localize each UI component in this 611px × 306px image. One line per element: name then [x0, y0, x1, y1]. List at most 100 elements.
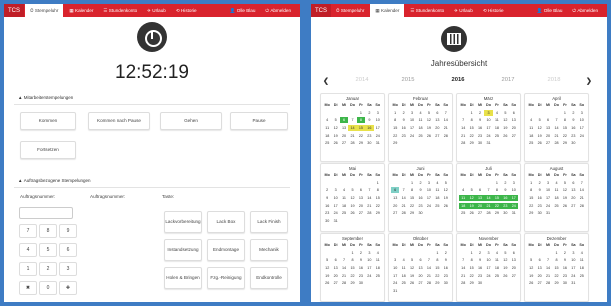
calendar-day[interactable]: 7: [425, 257, 433, 263]
calendar-day[interactable]: 16: [416, 195, 424, 201]
calendar-day[interactable]: 15: [561, 125, 569, 131]
calendar-day[interactable]: 29: [408, 210, 416, 216]
calendar-day[interactable]: 2: [476, 250, 484, 256]
calendar-day[interactable]: 20: [340, 133, 348, 139]
calendar-day[interactable]: 8: [527, 187, 535, 193]
calendar-day[interactable]: 16: [365, 125, 374, 132]
calendar-day[interactable]: 23: [365, 133, 373, 139]
calendar-day[interactable]: 30: [476, 280, 484, 286]
year-2017[interactable]: 2017: [493, 77, 523, 83]
calendar-day[interactable]: 9: [416, 187, 424, 193]
calendar-day[interactable]: 23: [323, 210, 331, 216]
add-key[interactable]: ✚: [59, 281, 77, 295]
calendar-day[interactable]: 3: [569, 250, 577, 256]
calendar-day[interactable]: 31: [484, 140, 492, 146]
calendar-day[interactable]: 25: [459, 210, 467, 216]
calendar-day[interactable]: 29: [467, 140, 475, 146]
calendar-day[interactable]: 24: [578, 133, 586, 139]
calendar-day[interactable]: 30: [569, 140, 577, 146]
calendar-day[interactable]: 5: [535, 117, 543, 123]
calendar-day[interactable]: 13: [475, 195, 485, 202]
calendar-day[interactable]: 7: [544, 257, 552, 263]
calendar-day[interactable]: 11: [340, 195, 348, 201]
calendar-day[interactable]: 4: [323, 117, 331, 123]
calendar-day[interactable]: 18: [374, 265, 382, 271]
calendar-day[interactable]: 17: [425, 195, 433, 201]
calendar-day[interactable]: 27: [391, 210, 399, 216]
calendar-day[interactable]: 29: [493, 210, 501, 216]
calendar-day[interactable]: 15: [467, 125, 475, 131]
calendar-day[interactable]: 9: [323, 195, 331, 201]
calendar-day[interactable]: 17: [484, 125, 492, 131]
calendar-day[interactable]: 7: [399, 187, 407, 193]
task-fzg-reinigung[interactable]: Fzg.-Reinigung: [207, 267, 245, 289]
calendar-day[interactable]: 10: [425, 187, 433, 193]
year-2016[interactable]: 2016: [443, 77, 473, 83]
calendar-day[interactable]: 20: [510, 125, 518, 131]
calendar-day[interactable]: 5: [527, 257, 535, 263]
calendar-day[interactable]: 27: [510, 133, 518, 139]
task-holen-bringen[interactable]: Holen & Bringen: [164, 267, 202, 289]
calendar-day[interactable]: 20: [357, 203, 365, 209]
calendar-day[interactable]: 19: [561, 195, 569, 201]
calendar-day[interactable]: 25: [374, 273, 382, 279]
calendar-day[interactable]: 13: [433, 117, 441, 123]
calendar-day[interactable]: 6: [416, 257, 424, 263]
calendar-day[interactable]: 22: [492, 202, 502, 209]
section-auftrag[interactable]: ▲ Auftragsbezogene Stempelungen: [18, 178, 91, 183]
calendar-day[interactable]: 15: [391, 125, 399, 131]
calendar-day[interactable]: 11: [374, 257, 382, 263]
calendar-day[interactable]: 15: [492, 195, 502, 202]
calendar-day[interactable]: 13: [510, 257, 518, 263]
calendar-day[interactable]: 12: [501, 257, 509, 263]
brand[interactable]: TCS: [4, 4, 24, 17]
calendar-day[interactable]: 4: [493, 250, 501, 256]
calendar-day[interactable]: 11: [323, 125, 331, 131]
calendar-day[interactable]: 26: [501, 133, 509, 139]
calendar-day[interactable]: 25: [527, 140, 535, 146]
calendar-day[interactable]: 26: [323, 280, 331, 286]
calendar-day[interactable]: 8: [467, 117, 475, 123]
calendar-day[interactable]: 25: [578, 273, 586, 279]
key-9[interactable]: 9: [59, 224, 77, 238]
calendar-day[interactable]: 1: [348, 250, 356, 256]
task-lackvorbereitung[interactable]: Lackvorbereitung: [164, 211, 202, 233]
calendar-day[interactable]: 14: [340, 265, 348, 271]
calendar-day[interactable]: 10: [365, 257, 373, 263]
calendar-day[interactable]: 10: [569, 257, 577, 263]
task-mechanik[interactable]: Mechanik: [250, 239, 288, 261]
calendar-day[interactable]: 12: [561, 187, 569, 193]
calendar-day[interactable]: 14: [442, 117, 450, 123]
calendar-day[interactable]: 22: [552, 273, 560, 279]
task-lack-finish[interactable]: Lack Finish: [250, 211, 288, 233]
calendar-day[interactable]: 8: [433, 257, 441, 263]
calendar-day[interactable]: 21: [442, 125, 450, 131]
calendar-day[interactable]: 27: [544, 140, 552, 146]
calendar-day[interactable]: 8: [348, 257, 356, 263]
calendar-day[interactable]: 13: [416, 265, 424, 271]
calendar-day[interactable]: 31: [544, 210, 552, 216]
calendar-day[interactable]: 9: [357, 257, 365, 263]
calendar-day[interactable]: 3: [408, 110, 416, 116]
calendar-day[interactable]: 15: [552, 265, 560, 271]
calendar-day[interactable]: 18: [552, 195, 560, 201]
calendar-day[interactable]: 12: [501, 117, 509, 123]
calendar-day[interactable]: 9: [501, 187, 509, 193]
calendar-day[interactable]: 10: [408, 117, 416, 123]
year-2015[interactable]: 2015: [393, 77, 423, 83]
calendar-day[interactable]: 29: [467, 280, 475, 286]
calendar-day[interactable]: 8: [374, 187, 382, 193]
calendar-day[interactable]: 22: [408, 203, 416, 209]
key-3[interactable]: 3: [59, 262, 77, 276]
calendar-day[interactable]: 28: [459, 140, 467, 146]
calendar-day[interactable]: 9: [569, 117, 577, 123]
calendar-day[interactable]: 4: [374, 250, 382, 256]
calendar-day[interactable]: 17: [365, 265, 373, 271]
calendar-day[interactable]: 25: [323, 140, 331, 146]
calendar-day[interactable]: 17: [408, 125, 416, 131]
calendar-day[interactable]: 11: [578, 257, 586, 263]
calendar-day[interactable]: 28: [425, 280, 433, 286]
calendar-day[interactable]: 1: [493, 180, 501, 186]
calendar-day[interactable]: 5: [501, 110, 509, 116]
calendar-day[interactable]: 3: [374, 110, 382, 116]
